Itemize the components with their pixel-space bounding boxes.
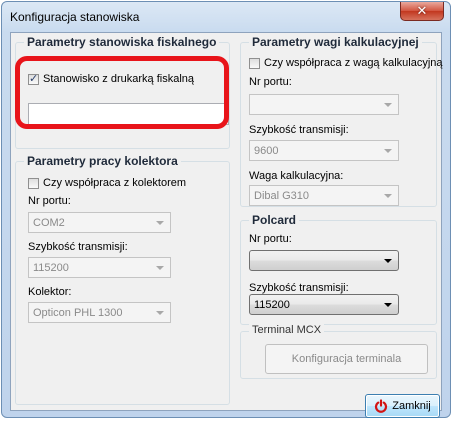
- chevron-down-icon: [156, 266, 164, 270]
- title-bar[interactable]: Konfiguracja stanowiska ✕: [2, 2, 450, 32]
- scale-model-label: Waga kalkulacyjna:: [249, 170, 344, 182]
- polcard-speed-label: Szybkość transmisji:: [249, 282, 349, 294]
- scale-speed-label: Szybkość transmisji:: [249, 124, 349, 136]
- collector-speed-select[interactable]: 115200: [28, 257, 171, 278]
- scale-model-value: Dibal G310: [254, 190, 310, 202]
- fiscal-printer-checkbox-box[interactable]: [28, 72, 39, 85]
- fiscal-printer-input[interactable]: [28, 103, 229, 125]
- window-close-button[interactable]: ✕: [400, 2, 444, 21]
- polcard-port-label: Nr portu:: [249, 233, 292, 245]
- chevron-down-icon: [384, 303, 392, 307]
- collector-port-select[interactable]: COM2: [28, 212, 171, 233]
- polcard-group-legend: Polcard: [249, 213, 300, 227]
- collector-device-label: Kolektor:: [28, 286, 72, 298]
- collector-checkbox-label: Czy współpraca z kolektorem: [43, 177, 187, 189]
- scale-speed-select[interactable]: 9600: [249, 140, 399, 161]
- close-x-icon: ✕: [416, 3, 428, 19]
- close-dialog-button-label: Zamknij: [392, 400, 431, 412]
- fiscal-printer-checkbox[interactable]: Stanowisko z drukarką fiskalną: [28, 72, 195, 85]
- configure-terminal-button[interactable]: Konfiguracja terminala: [265, 344, 428, 374]
- chevron-down-icon: [384, 103, 392, 107]
- collector-device-select[interactable]: Opticon PHL 1300: [28, 302, 171, 323]
- chevron-down-icon: [156, 221, 164, 225]
- power-icon: [375, 399, 388, 413]
- polcard-speed-select[interactable]: 115200: [249, 294, 399, 315]
- collector-checkbox[interactable]: Czy współpraca z kolektorem: [28, 177, 186, 189]
- collector-port-label: Nr portu:: [28, 195, 71, 207]
- polcard-port-select[interactable]: [249, 250, 399, 271]
- fiscal-group-legend: Parametry stanowiska fiskalnego: [24, 35, 220, 49]
- scale-port-label: Nr portu:: [249, 76, 292, 88]
- terminal-group-legend: Terminal MCX: [249, 324, 325, 336]
- scale-speed-value: 9600: [254, 145, 279, 157]
- scale-port-select[interactable]: [249, 94, 399, 115]
- collector-group-legend: Parametry pracy kolektora: [24, 154, 181, 168]
- collector-device-value: Opticon PHL 1300: [33, 307, 123, 319]
- chevron-down-icon: [384, 149, 392, 153]
- fiscal-group: Parametry stanowiska fiskalnego: [15, 35, 230, 149]
- chevron-down-icon: [384, 259, 392, 263]
- polcard-speed-value: 115200: [254, 299, 290, 311]
- scale-checkbox-label: Czy współpraca z wagą kalkulacyjną: [264, 57, 443, 69]
- collector-port-value: COM2: [33, 217, 65, 229]
- chevron-down-icon: [156, 311, 164, 315]
- scale-checkbox-box[interactable]: [249, 57, 260, 69]
- scale-checkbox[interactable]: Czy współpraca z wagą kalkulacyjną: [249, 57, 443, 69]
- collector-speed-label: Szybkość transmisji:: [28, 241, 128, 253]
- dialog-client-area: Parametry stanowiska fiskalnego Stanowis…: [10, 32, 443, 418]
- chevron-down-icon: [384, 194, 392, 198]
- fiscal-printer-checkbox-label: Stanowisko z drukarką fiskalną: [43, 73, 195, 85]
- close-dialog-button[interactable]: Zamknij: [365, 394, 440, 418]
- scale-group-legend: Parametry wagi kalkulacyjnej: [249, 35, 422, 49]
- collector-speed-value: 115200: [33, 262, 69, 274]
- collector-checkbox-box[interactable]: [28, 177, 39, 189]
- window-title: Konfiguracja stanowiska: [10, 10, 140, 24]
- scale-model-select[interactable]: Dibal G310: [249, 185, 399, 206]
- dialog-window: Konfiguracja stanowiska ✕ Parametry stan…: [1, 1, 451, 418]
